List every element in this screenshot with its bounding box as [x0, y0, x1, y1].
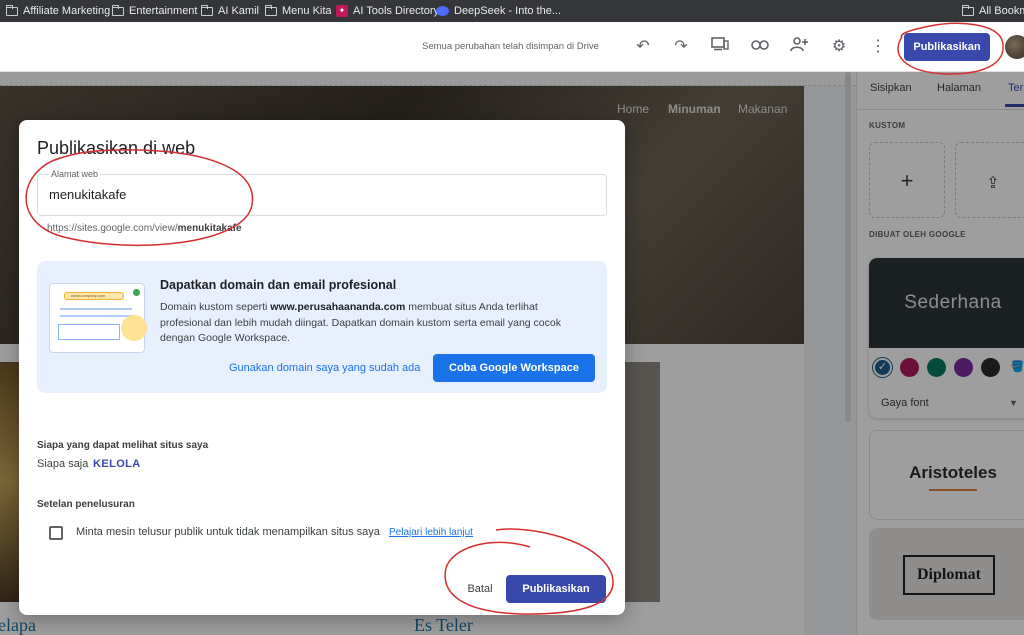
- editor-toolbar: Semua perubahan telah disimpan di Drive …: [0, 22, 1024, 72]
- folder-icon: [200, 4, 213, 16]
- share-icon[interactable]: [788, 36, 810, 58]
- more-icon[interactable]: ⋮: [867, 36, 889, 58]
- bookmark-label: Entertainment: [129, 5, 198, 17]
- site-icon: ✦: [336, 5, 348, 17]
- bookmark-ai-kamil[interactable]: AI Kamil: [200, 0, 259, 22]
- promo-title: Dapatkan domain dan email profesional: [160, 278, 397, 292]
- bookmark-deepseek[interactable]: DeepSeek - Into the...: [436, 0, 561, 22]
- publish-button-toolbar[interactable]: Publikasikan: [904, 33, 990, 61]
- promo-desc-domain: www.perusahaananda.com: [270, 301, 406, 313]
- field-label: Alamat web: [49, 169, 101, 179]
- preview-icon[interactable]: [709, 36, 731, 58]
- url-slug: menukitakafe: [177, 223, 242, 234]
- visibility-value: Siapa saja: [37, 458, 89, 470]
- bookmark-label: DeepSeek - Into the...: [454, 5, 562, 17]
- bookmark-label: Affiliate Marketing: [23, 5, 111, 17]
- bookmark-menu-kita[interactable]: Menu Kita: [264, 0, 332, 22]
- dialog-title: Publikasikan di web: [37, 138, 196, 158]
- search-section-title: Setelan penelusuran: [37, 499, 135, 510]
- bookmark-label: AI Kamil: [218, 5, 259, 17]
- bookmark-label: All Bookmarks: [979, 5, 1024, 17]
- illus-url-bar: www.company.com: [64, 292, 124, 300]
- promo-desc-prefix: Domain kustom seperti: [160, 301, 271, 313]
- bookmark-ai-tools-directory[interactable]: ✦ AI Tools Directory: [336, 0, 439, 22]
- redo-icon[interactable]: ↷: [670, 36, 692, 58]
- folder-icon: [111, 4, 124, 16]
- visibility-section-title: Siapa yang dapat melihat situs saya: [37, 440, 209, 451]
- promo-description: Domain kustom seperti www.perusahaananda…: [160, 300, 580, 347]
- save-status: Semua perubahan telah disimpan di Drive: [422, 41, 599, 52]
- undo-icon[interactable]: ↶: [632, 36, 654, 58]
- illus-green-dot: [133, 289, 140, 296]
- domain-promo-card: www.company.com Dapatkan domain dan emai…: [37, 261, 607, 393]
- publish-dialog: Publikasikan di web Alamat web https://s…: [19, 120, 625, 615]
- folder-icon: [264, 4, 277, 16]
- illus-line: [60, 308, 132, 310]
- cancel-button[interactable]: Batal: [460, 575, 500, 603]
- illus-yellow-dot: [121, 315, 147, 341]
- link-icon[interactable]: [749, 36, 771, 58]
- folder-icon: [961, 4, 974, 16]
- bookmarks-bar: Affiliate Marketing Entertainment AI Kam…: [0, 0, 1024, 22]
- publish-button[interactable]: Publikasikan: [506, 575, 606, 603]
- hide-from-search-checkbox[interactable]: [49, 526, 63, 540]
- learn-more-link[interactable]: Pelajari lebih lanjut: [389, 527, 473, 538]
- illus-table: [58, 324, 120, 340]
- try-google-workspace-button[interactable]: Coba Google Workspace: [433, 354, 595, 382]
- illus-line: [60, 315, 132, 317]
- folder-icon: [5, 4, 18, 16]
- manage-visibility-button[interactable]: KELOLA: [93, 458, 141, 470]
- bookmark-affiliate-marketing[interactable]: Affiliate Marketing: [5, 0, 111, 22]
- use-existing-domain-link[interactable]: Gunakan domain saya yang sudah ada: [229, 362, 420, 374]
- bookmark-label: AI Tools Directory: [353, 5, 439, 17]
- deepseek-icon: [436, 6, 449, 16]
- avatar[interactable]: [1005, 35, 1024, 59]
- illus-url-text: www.company.com: [71, 293, 106, 298]
- url-preview: https://sites.google.com/view/menukitaka…: [47, 223, 242, 234]
- settings-icon[interactable]: ⚙: [828, 36, 850, 58]
- bookmark-all-bookmarks[interactable]: All Bookmarks: [961, 0, 1024, 22]
- web-address-field[interactable]: Alamat web: [37, 169, 607, 216]
- url-prefix: https://sites.google.com/view/: [47, 223, 178, 234]
- bookmark-entertainment[interactable]: Entertainment: [111, 0, 198, 22]
- bookmark-label: Menu Kita: [282, 5, 332, 17]
- hide-from-search-label[interactable]: Minta mesin telusur publik untuk tidak m…: [76, 526, 380, 538]
- web-address-input[interactable]: [49, 187, 449, 202]
